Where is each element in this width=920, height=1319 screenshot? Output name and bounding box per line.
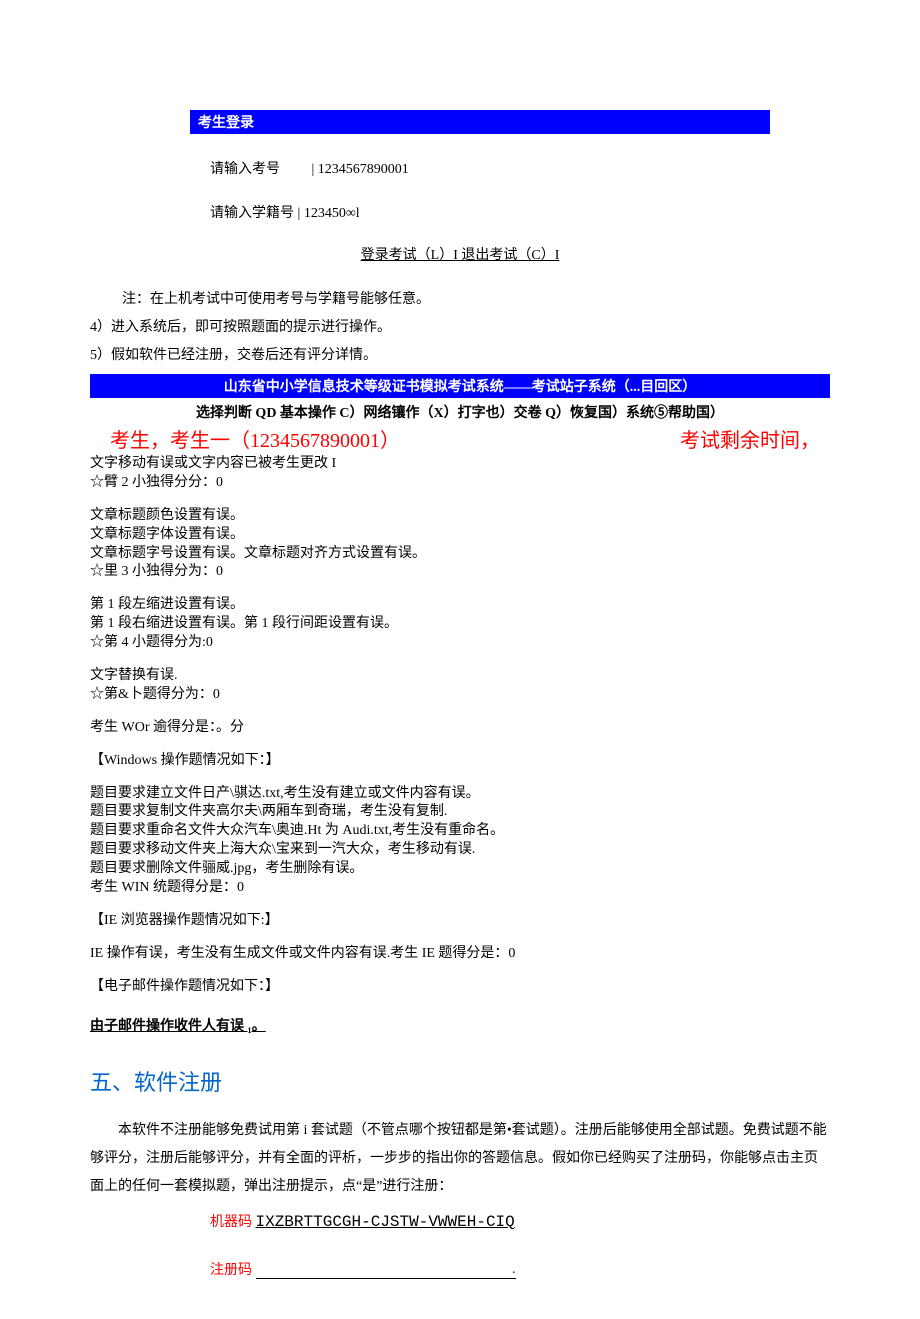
exam-number-label: 请输入考号	[210, 162, 280, 177]
fb-line: 文章标题字号设置有误。文章标题对齐方式设置有误。	[90, 545, 830, 564]
fb-line: IE 操作有误，考生没有生成文件或文件内容有误.考生 IE 题得分是：0	[90, 945, 830, 964]
login-buttons-row: 登录考试（L）I 退出考试（C）I	[90, 244, 830, 264]
student-name: 考生，考生一（1234567890001）	[110, 430, 400, 452]
exam-number-value: | 1234567890001	[312, 162, 409, 177]
fb-section-windows: 【Windows 操作题情况如下：】	[90, 752, 830, 771]
student-id-value: 123450∞l	[304, 206, 360, 221]
step-4: 4）进入系统后，即可按照题面的提示进行操作。	[90, 316, 830, 336]
student-id-label: 请输入学籍号 |	[210, 206, 304, 221]
fb-line: 文章标题字体设置有误。	[90, 526, 830, 545]
fb-line: 题目要求重命名文件大众汽车\奥迪.Ht 为 Audi.txt,考生没有重命名。	[90, 822, 830, 841]
fb-line: 题目要求复制文件夹高尔夫\两厢车到奇瑞，考生没有复制.	[90, 803, 830, 822]
student-id-field: 请输入学籍号 | 123450∞l	[210, 202, 830, 222]
section-5-paragraph: 本软件不注册能够免费试用第 i 套试题（不管点哪个按钮都是第•套试题）。注册后能…	[90, 1117, 830, 1201]
note-line: 注：在上机考试中可使用考号与学籍号能够任意。	[122, 288, 830, 308]
fb-line: 题目要求移动文件夹上海大众\宝来到一汽大众，考生移动有误.	[90, 841, 830, 860]
fb-line: 题目要求建立文件日产\骐达.txt,考生没有建立或文件内容有误。	[90, 785, 830, 804]
fb-line: 文章标题颜色设置有误。	[90, 507, 830, 526]
fb-line: ☆里 3 小独得分为：0	[90, 563, 830, 582]
login-exit-buttons[interactable]: 登录考试（L）I 退出考试（C）I	[361, 248, 560, 263]
fb-line: ☆臂 2 小独得分分：0	[90, 474, 830, 493]
system-title-bar: 山东省中小学信息技术等级证书模拟考试系统——考试站子系统（...目回区）	[90, 374, 830, 398]
step-5: 5）假如软件已经注册，交卷后还有评分详情。	[90, 344, 830, 364]
login-header-bar: 考生登录	[190, 110, 770, 134]
fb-line: ☆第 4 小题得分为:0	[90, 634, 830, 653]
registration-code-input[interactable]: .	[256, 1262, 516, 1279]
section-5-heading: 五、软件注册	[90, 1065, 830, 1097]
fb-line: ☆第&卜题得分为：0	[90, 686, 830, 705]
exam-timer-label: 考试剩余时间，	[680, 424, 830, 453]
fb-line: 题目要求删除文件骊威.jpg，考生删除有误。	[90, 860, 830, 879]
score-feedback-block: 文字移动有误或文字内容已被考生更改 I ☆臂 2 小独得分分：0 文章标题颜色设…	[90, 455, 830, 997]
machine-code-value: IXZBRTTGCGH-CJSTW-VWWEH-CIQ	[256, 1213, 515, 1231]
fb-line: 文字移动有误或文字内容已被考生更改 I	[90, 455, 830, 474]
menu-bar[interactable]: 选择判断 QD 基本操作 C）网络镶作（X）打字也）交卷 Q）恢复国）系统⑤帮助…	[90, 402, 830, 422]
fb-line: 考生 WIN 统题得分是：0	[90, 879, 830, 898]
fb-line: 文字替换有误.	[90, 667, 830, 686]
registration-code-row: 注册码 .	[210, 1259, 830, 1279]
exam-number-field: 请输入考号 | 1234567890001	[210, 158, 830, 178]
student-info-row: 考生，考生一（1234567890001） 考试剩余时间，	[90, 424, 830, 453]
email-error-line: 由子邮件操作收件人有误 ₁。	[90, 1015, 830, 1035]
machine-code-row: 机器码 IXZBRTTGCGH-CJSTW-VWWEH-CIQ	[210, 1211, 830, 1231]
fb-section-email: 【电子邮件操作题情况如下：】	[90, 978, 830, 997]
fb-section-ie: 【IE 浏览器操作题情况如下:】	[90, 912, 830, 931]
fb-line: 考生 WOr 逾得分是：。分	[90, 719, 830, 738]
fb-line: 第 1 段右缩进设置有误。第 1 段行间距设置有误。	[90, 615, 830, 634]
machine-code-label: 机器码	[210, 1215, 256, 1230]
fb-line: 第 1 段左缩进设置有误。	[90, 596, 830, 615]
registration-code-label: 注册码	[210, 1263, 252, 1278]
